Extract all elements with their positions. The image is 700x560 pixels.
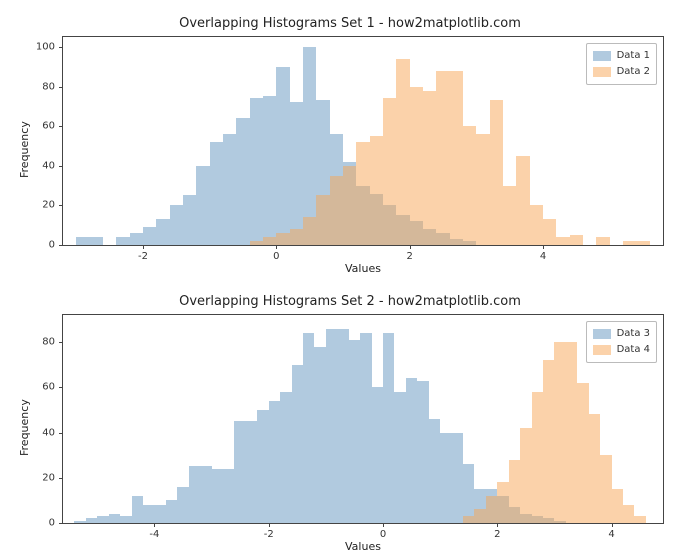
swatch-icon [593, 345, 611, 355]
legend-bottom: Data 3 Data 4 [586, 321, 657, 363]
bar [343, 166, 356, 245]
legend-top: Data 1 Data 2 [586, 43, 657, 85]
axes-top: Data 1 Data 2 -2024020406080100 [62, 36, 664, 246]
figure: Overlapping Histograms Set 1 - how2matpl… [0, 0, 700, 560]
ytick-label: 20 [15, 472, 55, 483]
legend-label: Data 4 [617, 342, 650, 358]
xtick-label: 0 [273, 251, 279, 262]
bar [396, 59, 409, 245]
bar [250, 241, 263, 245]
bar [474, 509, 485, 523]
bar [509, 460, 520, 523]
bar [486, 496, 497, 523]
bar [450, 71, 463, 245]
ytick-label: 0 [15, 518, 55, 529]
ytick-label: 80 [15, 81, 55, 92]
ytick-label: 20 [15, 200, 55, 211]
legend-item-data3: Data 3 [593, 326, 650, 342]
bar [436, 71, 449, 245]
bar [370, 136, 383, 245]
bar [636, 241, 649, 245]
bar [634, 516, 645, 523]
bar [543, 219, 556, 245]
bar [463, 126, 476, 245]
bar [316, 195, 329, 245]
bar [330, 176, 343, 245]
hist-data2 [63, 37, 663, 245]
xtick-label: 2 [406, 251, 412, 262]
axes1-title: Overlapping Histograms Set 1 - how2matpl… [0, 16, 700, 31]
bar [532, 392, 543, 523]
legend-item-data4: Data 4 [593, 342, 650, 358]
bar [623, 505, 634, 523]
bar [543, 360, 554, 523]
bar [463, 516, 474, 523]
xtick-label: 0 [380, 529, 386, 540]
axes2-ylabel: Frequency [18, 399, 31, 456]
bar [566, 342, 577, 523]
ytick-label: 100 [15, 41, 55, 52]
bar [490, 100, 503, 245]
axes1-xlabel: Values [62, 262, 664, 275]
bar [570, 235, 583, 245]
axes1-ylabel: Frequency [18, 121, 31, 178]
bar [530, 205, 543, 245]
legend-item-data2: Data 2 [593, 64, 650, 80]
bar [476, 134, 489, 245]
ytick-label: 60 [15, 382, 55, 393]
xtick-label: 4 [540, 251, 546, 262]
bar [612, 489, 623, 523]
swatch-icon [593, 329, 611, 339]
bar [520, 428, 531, 523]
bar [577, 383, 588, 523]
bar [503, 186, 516, 245]
axes2-title: Overlapping Histograms Set 2 - how2matpl… [0, 294, 700, 309]
legend-label: Data 2 [617, 64, 650, 80]
xtick-label: -2 [138, 251, 148, 262]
ytick-label: 80 [15, 337, 55, 348]
bar [356, 142, 369, 245]
xtick-label: -2 [264, 529, 274, 540]
xtick-label: 2 [494, 529, 500, 540]
bar [600, 455, 611, 523]
axes-bottom: Data 3 Data 4 -4-2024020406080 [62, 314, 664, 524]
bar [623, 241, 636, 245]
bar [554, 342, 565, 523]
ytick-label: 0 [15, 240, 55, 251]
bar [276, 233, 289, 245]
bar [423, 91, 436, 246]
swatch-icon [593, 67, 611, 77]
legend-item-data1: Data 1 [593, 48, 650, 64]
xtick-label: -4 [149, 529, 159, 540]
bar [290, 229, 303, 245]
axes2-xlabel: Values [62, 540, 664, 553]
xtick-label: 4 [608, 529, 614, 540]
hist-data4 [63, 315, 663, 523]
bar [556, 237, 569, 245]
bar [596, 237, 609, 245]
bar [303, 217, 316, 245]
legend-label: Data 3 [617, 326, 650, 342]
legend-label: Data 1 [617, 48, 650, 64]
bar [263, 237, 276, 245]
bar [516, 156, 529, 245]
bar [383, 98, 396, 245]
swatch-icon [593, 51, 611, 61]
bar [589, 414, 600, 523]
bar [497, 482, 508, 523]
bar [410, 87, 423, 245]
